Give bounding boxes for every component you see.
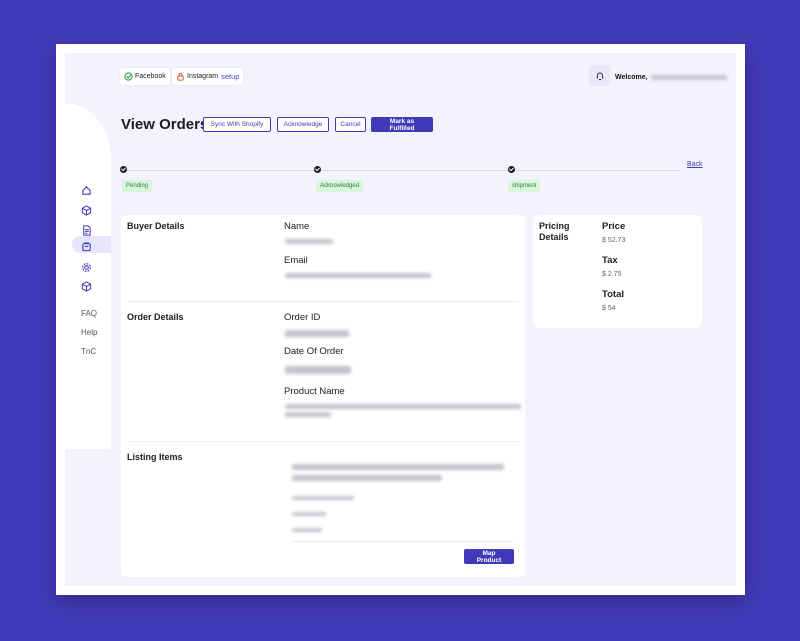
notification-bell-button[interactable] xyxy=(589,65,610,86)
section-divider xyxy=(127,441,519,442)
app-canvas: FAQ Help TnC Facebook Instagram setup We… xyxy=(65,53,736,586)
total-value: $ 54 xyxy=(602,305,616,312)
user-email-redacted xyxy=(650,74,727,80)
box-icon[interactable] xyxy=(79,203,93,217)
buyer-details-heading: Buyer Details xyxy=(127,221,185,231)
instagram-setup-link[interactable]: setup xyxy=(221,72,239,81)
product-name-label: Product Name xyxy=(284,386,345,397)
sidebar-link-tnc[interactable]: TnC xyxy=(81,347,96,356)
order-details-heading: Order Details xyxy=(127,312,184,322)
buyer-name-redacted xyxy=(285,239,333,244)
total-label: Total xyxy=(602,289,624,300)
sidebar-top-curve xyxy=(65,104,111,194)
listing-meta-redacted xyxy=(292,496,354,500)
acknowledge-button[interactable]: Acknowledge xyxy=(277,117,329,132)
date-of-order-label: Date Of Order xyxy=(284,346,344,357)
page-title: View Orders xyxy=(121,116,209,133)
price-label: Price xyxy=(602,221,626,232)
order-id-label: Order ID xyxy=(284,312,321,323)
email-label: Email xyxy=(284,255,308,266)
sync-shopify-button[interactable]: Sync With Shopify xyxy=(203,117,271,132)
step-done-icon xyxy=(508,166,515,173)
listing-items-heading: Listing Items xyxy=(127,452,183,462)
tax-value: $ 2.75 xyxy=(602,271,622,278)
cancel-button[interactable]: Cancel xyxy=(335,117,366,132)
document-icon[interactable] xyxy=(79,223,93,237)
sidebar-link-help[interactable]: Help xyxy=(81,328,97,337)
price-value: $ 52.73 xyxy=(602,237,626,244)
listing-meta-redacted xyxy=(292,528,322,532)
lock-icon xyxy=(177,72,184,81)
map-product-button[interactable]: Map Product xyxy=(464,549,514,564)
welcome-label: Welcome, xyxy=(615,74,648,81)
section-divider xyxy=(127,301,519,302)
order-date-redacted xyxy=(285,366,351,374)
facebook-label: Facebook xyxy=(135,73,166,80)
buyer-email-redacted xyxy=(285,273,431,278)
cube-icon[interactable] xyxy=(79,279,93,293)
orders-icon[interactable] xyxy=(79,239,93,253)
instagram-label: Instagram xyxy=(187,73,219,80)
gear-icon[interactable] xyxy=(79,260,93,274)
step-done-icon xyxy=(314,166,321,173)
name-label: Name xyxy=(284,221,310,232)
listing-meta-redacted xyxy=(292,512,326,516)
mark-fulfilled-button[interactable]: Mark as Fulfilled xyxy=(371,117,433,132)
home-icon[interactable] xyxy=(79,183,93,197)
product-name-redacted xyxy=(285,404,521,409)
sidebar-link-faq[interactable]: FAQ xyxy=(81,309,97,318)
welcome-text: Welcome, xyxy=(615,74,727,81)
order-details-card: Buyer Details Name Email Order Details O… xyxy=(121,215,525,577)
back-link[interactable]: Back xyxy=(687,161,703,168)
step-label-shipment: shipment xyxy=(508,180,541,192)
product-name-redacted xyxy=(285,412,331,417)
step-label-acknowledged: Acknowledged xyxy=(316,180,364,192)
check-circle-icon xyxy=(124,72,133,81)
tax-label: Tax xyxy=(602,255,618,266)
listing-title-redacted xyxy=(292,475,442,481)
progress-track xyxy=(121,170,680,171)
pricing-details-card: Pricing Details Price $ 52.73 Tax $ 2.75… xyxy=(533,215,702,328)
instagram-integration-chip[interactable]: Instagram setup xyxy=(172,68,244,85)
sidebar: FAQ Help TnC xyxy=(65,183,111,449)
facebook-integration-chip[interactable]: Facebook xyxy=(120,68,170,85)
listing-title-redacted xyxy=(292,464,504,470)
step-done-icon xyxy=(120,166,127,173)
bell-icon xyxy=(596,72,603,80)
step-label-pending: Pending xyxy=(122,180,153,192)
app-window: FAQ Help TnC Facebook Instagram setup We… xyxy=(56,44,745,595)
pricing-details-heading: Pricing Details xyxy=(539,221,570,242)
order-id-redacted xyxy=(285,330,349,337)
listing-divider xyxy=(292,541,514,542)
